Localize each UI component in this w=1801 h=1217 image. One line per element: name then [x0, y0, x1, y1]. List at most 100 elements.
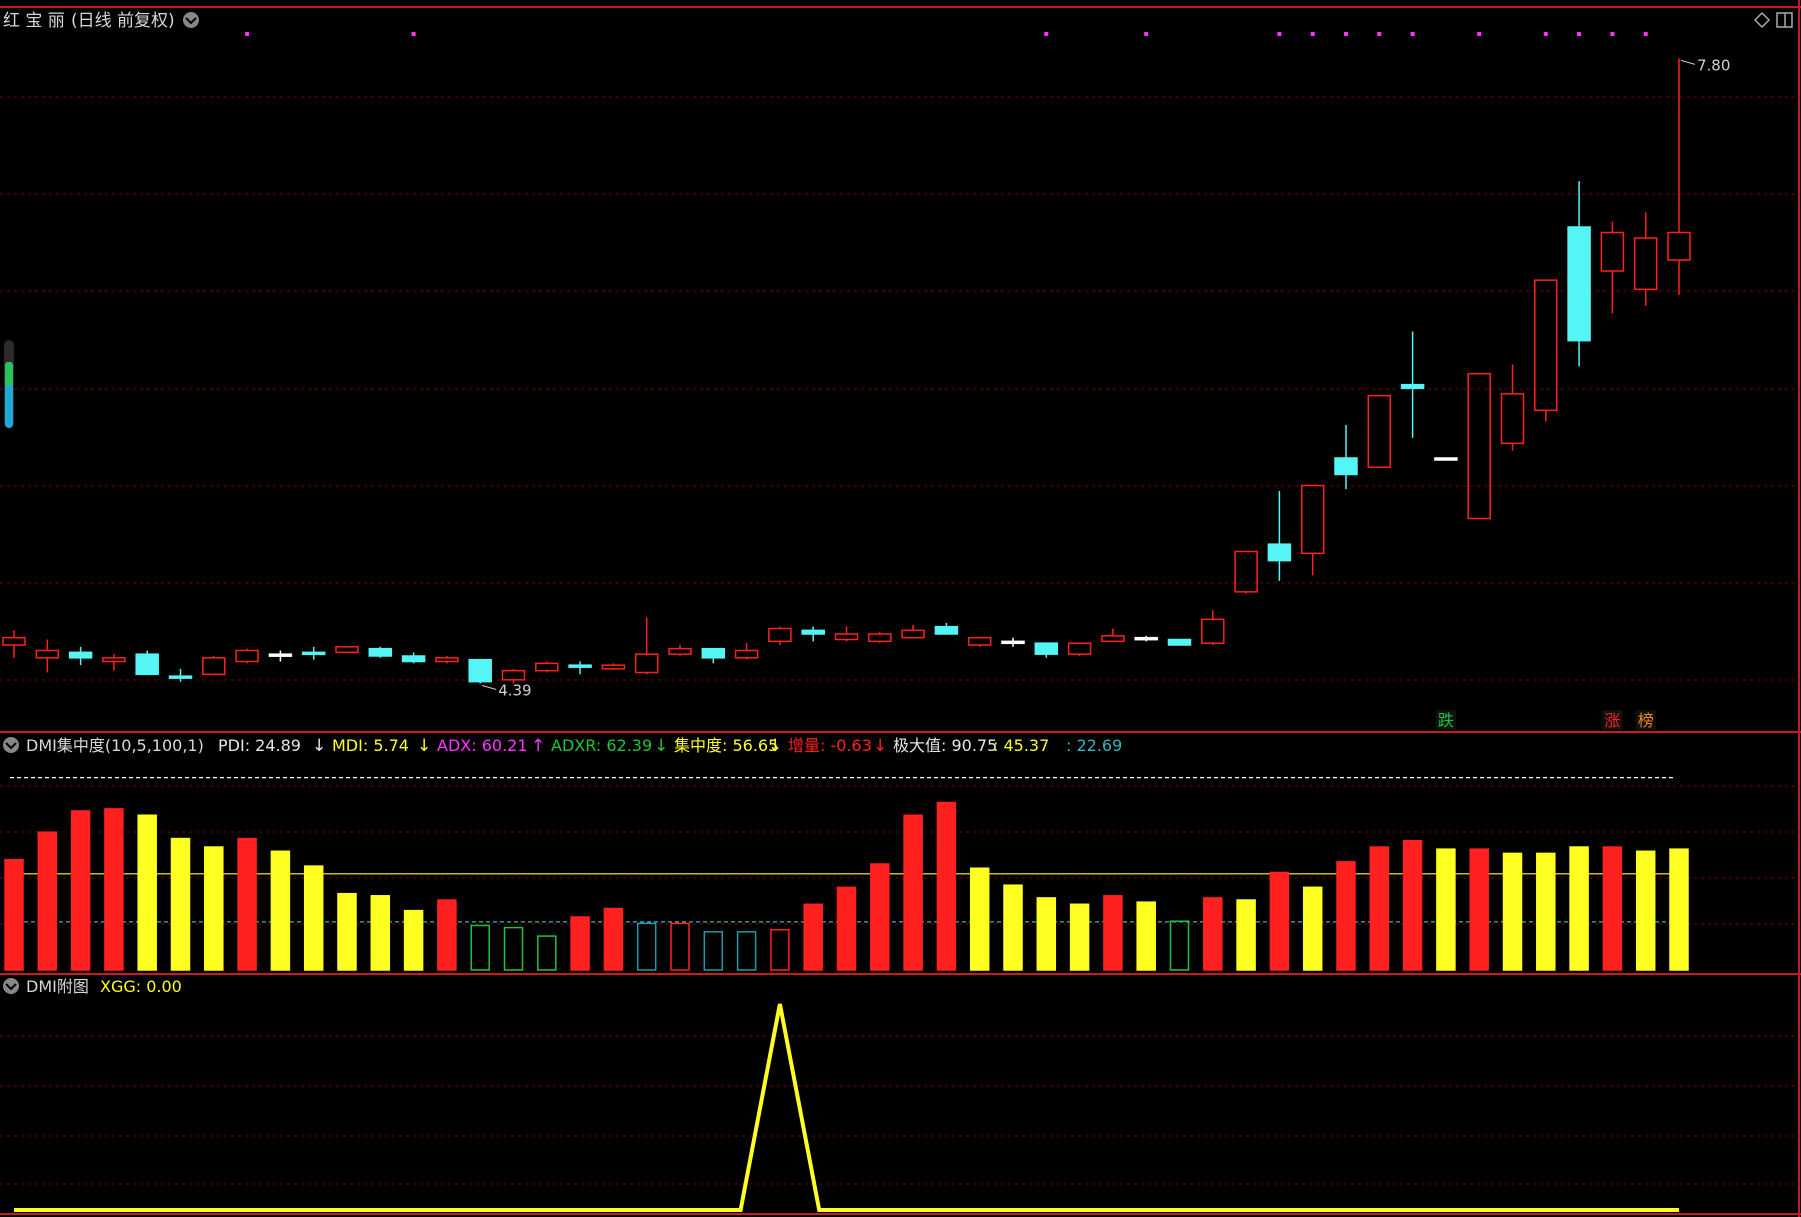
candle	[468, 658, 492, 684]
dmi-bar	[803, 903, 823, 971]
dmi-bar	[1203, 897, 1223, 971]
dmi-legend-arrow: ↓	[873, 736, 887, 756]
candle-body	[934, 625, 959, 635]
dmi-legend-arrow: ↓	[768, 736, 782, 756]
dmi-bar	[969, 867, 990, 971]
top-dot	[1477, 32, 1482, 36]
top-dot	[1277, 32, 1282, 36]
dmi-bar	[1236, 899, 1256, 971]
dmi-bar	[1069, 903, 1090, 971]
marker-label: 涨	[1604, 711, 1620, 730]
dmi-bar	[1003, 884, 1023, 971]
dmi-bar	[4, 859, 24, 971]
candle	[1167, 638, 1192, 646]
dmi-bar	[870, 863, 890, 971]
dmi-bar	[237, 837, 257, 971]
top-dot	[1543, 32, 1548, 36]
candle-body	[568, 664, 592, 668]
dmi-bar	[70, 810, 91, 971]
candle-body	[1267, 543, 1292, 562]
dmi-bar	[570, 916, 590, 971]
dmi-legend-arrow: ↓	[654, 736, 668, 756]
dmi-bar	[303, 865, 324, 971]
dmi-bar	[1669, 848, 1689, 971]
top-dot	[1577, 32, 1582, 36]
dmi-bar	[1036, 897, 1057, 971]
dmi-legend-arrow: ↓	[417, 736, 431, 756]
dmi-bar	[170, 837, 191, 971]
top-dot	[1344, 32, 1348, 36]
price-mark-label: 7.80	[1697, 56, 1730, 74]
dmi-bar	[437, 899, 457, 971]
dmi-legend-item: : 45.37	[993, 736, 1049, 755]
dmi-legend-arrow: ↑	[531, 736, 545, 756]
candle-body	[801, 629, 825, 635]
candle-body	[1134, 636, 1158, 641]
candle-body	[1434, 457, 1458, 461]
candle-body	[301, 651, 326, 656]
top-dot	[1410, 32, 1415, 36]
dmi-bar	[1536, 852, 1556, 971]
candle-body	[135, 653, 159, 676]
dmi-bar	[337, 892, 357, 971]
dmi-bar	[1502, 852, 1523, 971]
chart-background	[0, 0, 1801, 1217]
dmi-bar	[37, 831, 58, 971]
candle-body	[1400, 383, 1425, 390]
dmi-legend-item: ADX: 60.21	[437, 736, 528, 755]
dmi-legend-item: 极大值: 90.75	[893, 736, 997, 755]
dmi-bar	[1302, 886, 1323, 971]
dmi-bar	[1602, 846, 1623, 971]
price-mark-label: 4.39	[498, 682, 531, 700]
dmi-panel-title: DMI集中度(10,5,100,1)	[26, 736, 204, 755]
candle-body	[701, 647, 726, 659]
dmi-bar	[403, 909, 424, 971]
candle-body	[1567, 226, 1591, 342]
dmi-legend-item: : 22.69	[1066, 736, 1122, 755]
candle	[135, 650, 159, 676]
candle-body	[468, 658, 492, 683]
scrollbar-thumb-top	[5, 362, 13, 386]
dmi-bar	[1369, 846, 1390, 971]
dmi-panel-toggle-icon[interactable]	[3, 737, 19, 753]
dmi-bar	[370, 895, 391, 971]
top-dot	[1144, 32, 1149, 36]
candle-body	[1001, 640, 1025, 645]
dmi-legend-item: PDI: 24.89	[218, 736, 301, 755]
dmi-bar	[1136, 901, 1156, 971]
marker-label: 跌	[1438, 711, 1454, 730]
xgg-panel-title: DMI附图	[26, 977, 89, 996]
candle-body	[1334, 457, 1358, 476]
top-dot	[1610, 32, 1615, 36]
dmi-bar	[1436, 848, 1456, 971]
xgg-panel-toggle-icon[interactable]	[3, 978, 19, 994]
dmi-bar	[936, 801, 957, 971]
dmi-legend-item: 集中度: 56.65	[674, 736, 778, 755]
candle-body	[1034, 642, 1059, 655]
dmi-bar	[903, 814, 923, 971]
top-dot	[1044, 32, 1049, 36]
dmi-bar	[1469, 848, 1489, 971]
candle-body	[68, 651, 93, 659]
top-dot	[1377, 32, 1382, 36]
dmi-bar	[270, 850, 291, 971]
dmi-bar	[1402, 839, 1423, 971]
dmi-bar	[1336, 861, 1356, 971]
marker-label: 榜	[1638, 711, 1654, 730]
dmi-bar	[204, 846, 224, 971]
candle	[368, 646, 393, 658]
candle-body	[268, 653, 293, 657]
candle-body	[168, 675, 193, 679]
settings-toggle-icon[interactable]	[183, 12, 199, 28]
dmi-legend-item: ADXR: 62.39	[551, 736, 652, 755]
dmi-legend-item: MDI: 5.74	[332, 736, 409, 755]
candle-body	[368, 647, 393, 657]
stock-chart[interactable]: 红 宝 丽 (日线 前复权) 4.39 7.80 跌 涨榜 DMI集中度(10,5,…	[0, 0, 1801, 1217]
dmi-bar	[1635, 850, 1656, 971]
dmi-bar	[836, 886, 857, 971]
xgg-legend-value: XGG: 0.00	[100, 977, 182, 996]
dmi-bar	[1269, 871, 1290, 971]
dmi-bar	[1103, 895, 1123, 971]
dmi-bar	[104, 808, 124, 971]
dmi-bar	[137, 814, 157, 971]
